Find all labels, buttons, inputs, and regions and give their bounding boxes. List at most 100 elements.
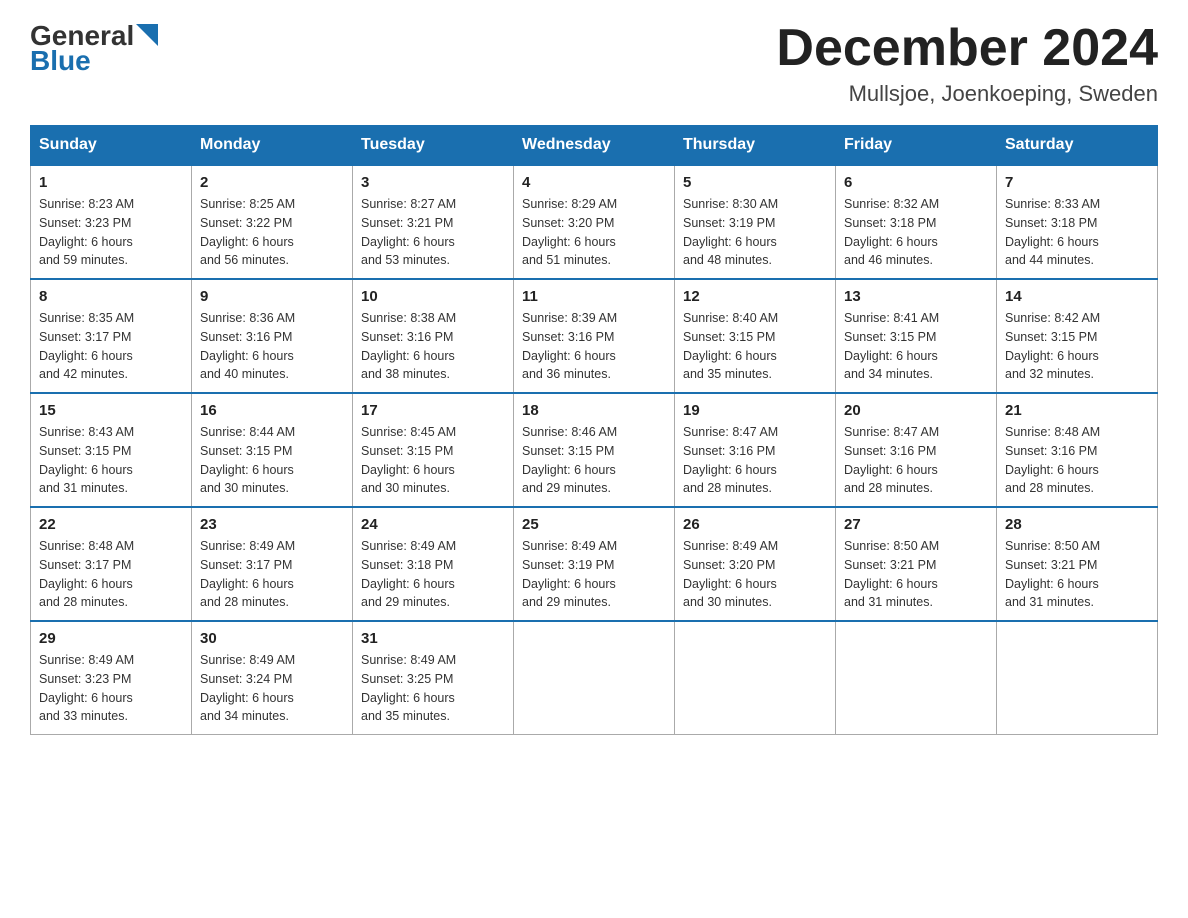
table-row: 25 Sunrise: 8:49 AM Sunset: 3:19 PM Dayl… [514,507,675,621]
col-monday: Monday [192,126,353,166]
table-row: 6 Sunrise: 8:32 AM Sunset: 3:18 PM Dayli… [836,165,997,279]
day-info: Sunrise: 8:49 AM Sunset: 3:25 PM Dayligh… [361,651,505,726]
logo: General Blue [30,20,158,75]
table-row: 2 Sunrise: 8:25 AM Sunset: 3:22 PM Dayli… [192,165,353,279]
day-info: Sunrise: 8:25 AM Sunset: 3:22 PM Dayligh… [200,195,344,270]
day-info: Sunrise: 8:27 AM Sunset: 3:21 PM Dayligh… [361,195,505,270]
day-number: 6 [844,174,988,191]
day-info: Sunrise: 8:43 AM Sunset: 3:15 PM Dayligh… [39,423,183,498]
day-info: Sunrise: 8:29 AM Sunset: 3:20 PM Dayligh… [522,195,666,270]
col-tuesday: Tuesday [353,126,514,166]
day-number: 21 [1005,402,1149,419]
day-info: Sunrise: 8:47 AM Sunset: 3:16 PM Dayligh… [844,423,988,498]
day-info: Sunrise: 8:50 AM Sunset: 3:21 PM Dayligh… [1005,537,1149,612]
calendar-table: Sunday Monday Tuesday Wednesday Thursday… [30,125,1158,735]
table-row [997,621,1158,735]
calendar-subtitle: Mullsjoe, Joenkoeping, Sweden [776,81,1158,107]
day-info: Sunrise: 8:38 AM Sunset: 3:16 PM Dayligh… [361,309,505,384]
day-info: Sunrise: 8:50 AM Sunset: 3:21 PM Dayligh… [844,537,988,612]
table-row: 12 Sunrise: 8:40 AM Sunset: 3:15 PM Dayl… [675,279,836,393]
day-info: Sunrise: 8:23 AM Sunset: 3:23 PM Dayligh… [39,195,183,270]
day-number: 19 [683,402,827,419]
table-row: 4 Sunrise: 8:29 AM Sunset: 3:20 PM Dayli… [514,165,675,279]
table-row: 22 Sunrise: 8:48 AM Sunset: 3:17 PM Dayl… [31,507,192,621]
table-row: 18 Sunrise: 8:46 AM Sunset: 3:15 PM Dayl… [514,393,675,507]
day-info: Sunrise: 8:49 AM Sunset: 3:24 PM Dayligh… [200,651,344,726]
day-info: Sunrise: 8:49 AM Sunset: 3:19 PM Dayligh… [522,537,666,612]
table-row: 1 Sunrise: 8:23 AM Sunset: 3:23 PM Dayli… [31,165,192,279]
day-number: 3 [361,174,505,191]
table-row: 21 Sunrise: 8:48 AM Sunset: 3:16 PM Dayl… [997,393,1158,507]
col-wednesday: Wednesday [514,126,675,166]
col-friday: Friday [836,126,997,166]
day-number: 17 [361,402,505,419]
day-number: 16 [200,402,344,419]
day-number: 24 [361,516,505,533]
day-info: Sunrise: 8:32 AM Sunset: 3:18 PM Dayligh… [844,195,988,270]
table-row: 20 Sunrise: 8:47 AM Sunset: 3:16 PM Dayl… [836,393,997,507]
day-number: 26 [683,516,827,533]
day-number: 15 [39,402,183,419]
table-row: 30 Sunrise: 8:49 AM Sunset: 3:24 PM Dayl… [192,621,353,735]
table-row: 23 Sunrise: 8:49 AM Sunset: 3:17 PM Dayl… [192,507,353,621]
day-number: 13 [844,288,988,305]
day-info: Sunrise: 8:42 AM Sunset: 3:15 PM Dayligh… [1005,309,1149,384]
day-number: 18 [522,402,666,419]
day-number: 5 [683,174,827,191]
table-row: 29 Sunrise: 8:49 AM Sunset: 3:23 PM Dayl… [31,621,192,735]
table-row [836,621,997,735]
day-info: Sunrise: 8:41 AM Sunset: 3:15 PM Dayligh… [844,309,988,384]
day-info: Sunrise: 8:49 AM Sunset: 3:23 PM Dayligh… [39,651,183,726]
day-info: Sunrise: 8:45 AM Sunset: 3:15 PM Dayligh… [361,423,505,498]
table-row: 16 Sunrise: 8:44 AM Sunset: 3:15 PM Dayl… [192,393,353,507]
table-row [675,621,836,735]
table-row: 24 Sunrise: 8:49 AM Sunset: 3:18 PM Dayl… [353,507,514,621]
table-row: 14 Sunrise: 8:42 AM Sunset: 3:15 PM Dayl… [997,279,1158,393]
page-header: General Blue December 2024 Mullsjoe, Joe… [30,20,1158,107]
day-info: Sunrise: 8:35 AM Sunset: 3:17 PM Dayligh… [39,309,183,384]
day-number: 23 [200,516,344,533]
day-number: 12 [683,288,827,305]
logo-blue-text: Blue [30,45,91,76]
day-number: 4 [522,174,666,191]
table-row: 31 Sunrise: 8:49 AM Sunset: 3:25 PM Dayl… [353,621,514,735]
calendar-header-row: Sunday Monday Tuesday Wednesday Thursday… [31,126,1158,166]
day-number: 28 [1005,516,1149,533]
calendar-week-5: 29 Sunrise: 8:49 AM Sunset: 3:23 PM Dayl… [31,621,1158,735]
day-info: Sunrise: 8:47 AM Sunset: 3:16 PM Dayligh… [683,423,827,498]
calendar-title: December 2024 [776,20,1158,77]
day-number: 29 [39,630,183,647]
day-info: Sunrise: 8:39 AM Sunset: 3:16 PM Dayligh… [522,309,666,384]
calendar-title-area: December 2024 Mullsjoe, Joenkoeping, Swe… [776,20,1158,107]
day-info: Sunrise: 8:44 AM Sunset: 3:15 PM Dayligh… [200,423,344,498]
day-info: Sunrise: 8:48 AM Sunset: 3:17 PM Dayligh… [39,537,183,612]
day-number: 11 [522,288,666,305]
day-number: 8 [39,288,183,305]
day-number: 10 [361,288,505,305]
calendar-week-2: 8 Sunrise: 8:35 AM Sunset: 3:17 PM Dayli… [31,279,1158,393]
table-row: 28 Sunrise: 8:50 AM Sunset: 3:21 PM Dayl… [997,507,1158,621]
col-thursday: Thursday [675,126,836,166]
day-number: 7 [1005,174,1149,191]
day-number: 1 [39,174,183,191]
table-row: 17 Sunrise: 8:45 AM Sunset: 3:15 PM Dayl… [353,393,514,507]
table-row: 26 Sunrise: 8:49 AM Sunset: 3:20 PM Dayl… [675,507,836,621]
table-row: 7 Sunrise: 8:33 AM Sunset: 3:18 PM Dayli… [997,165,1158,279]
table-row: 3 Sunrise: 8:27 AM Sunset: 3:21 PM Dayli… [353,165,514,279]
calendar-week-1: 1 Sunrise: 8:23 AM Sunset: 3:23 PM Dayli… [31,165,1158,279]
table-row: 27 Sunrise: 8:50 AM Sunset: 3:21 PM Dayl… [836,507,997,621]
day-info: Sunrise: 8:48 AM Sunset: 3:16 PM Dayligh… [1005,423,1149,498]
col-saturday: Saturday [997,126,1158,166]
calendar-week-3: 15 Sunrise: 8:43 AM Sunset: 3:15 PM Dayl… [31,393,1158,507]
day-info: Sunrise: 8:49 AM Sunset: 3:18 PM Dayligh… [361,537,505,612]
table-row: 19 Sunrise: 8:47 AM Sunset: 3:16 PM Dayl… [675,393,836,507]
day-number: 25 [522,516,666,533]
table-row: 9 Sunrise: 8:36 AM Sunset: 3:16 PM Dayli… [192,279,353,393]
day-number: 22 [39,516,183,533]
day-info: Sunrise: 8:49 AM Sunset: 3:17 PM Dayligh… [200,537,344,612]
day-number: 27 [844,516,988,533]
day-info: Sunrise: 8:49 AM Sunset: 3:20 PM Dayligh… [683,537,827,612]
logo-arrow-icon [136,24,158,46]
day-number: 14 [1005,288,1149,305]
table-row: 5 Sunrise: 8:30 AM Sunset: 3:19 PM Dayli… [675,165,836,279]
